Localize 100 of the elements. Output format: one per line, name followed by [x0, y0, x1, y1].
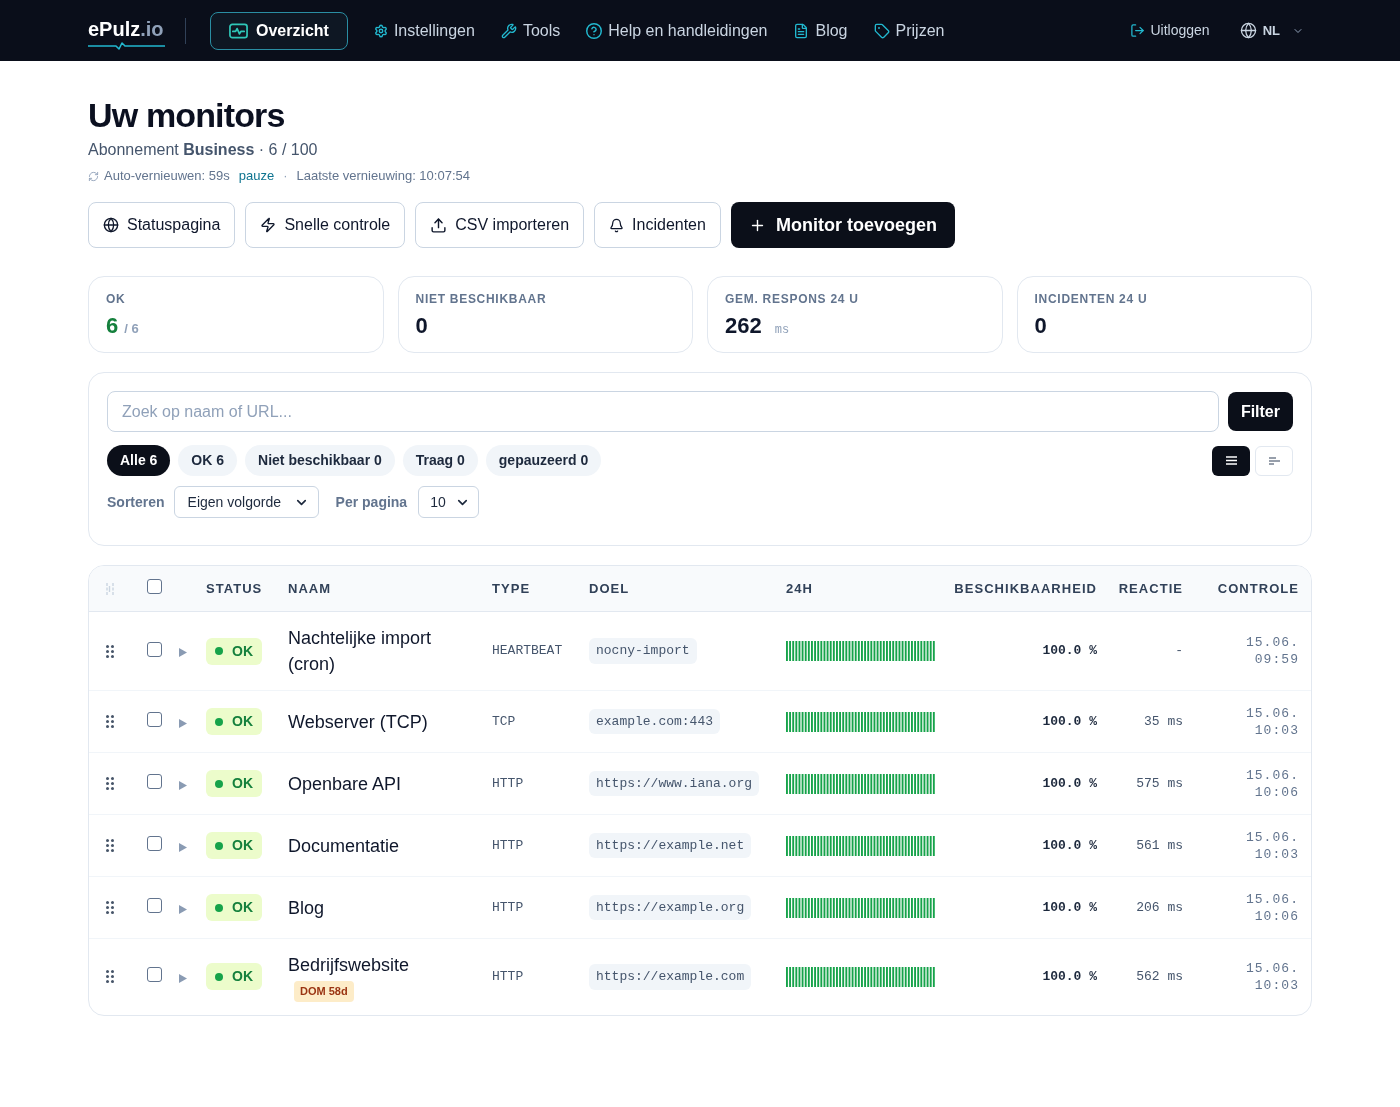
availability-value: 100.0 %: [1042, 968, 1097, 986]
drag-handle-icon[interactable]: [106, 715, 114, 728]
row-checkbox[interactable]: [146, 712, 162, 727]
target-chip: example.com:443: [589, 708, 721, 735]
list-view-button[interactable]: [1212, 445, 1250, 476]
filter-chip[interactable]: Traag 0: [402, 445, 478, 476]
availability-value: 100.0 %: [1042, 642, 1097, 661]
last-refresh-text: Laatste vernieuwing: 10:07:54: [296, 167, 470, 185]
status-text: OK: [232, 967, 253, 987]
monitor-type: HTTP: [492, 898, 524, 917]
column-header: DOEL: [589, 579, 630, 598]
row-checkbox[interactable]: [146, 836, 162, 851]
row-checkbox[interactable]: [146, 774, 162, 789]
separator: ·: [283, 167, 288, 185]
sort-select[interactable]: Eigen volgorde: [173, 486, 319, 518]
drag-handle-icon[interactable]: [106, 901, 114, 914]
target-chip: https://www.iana.org: [589, 770, 760, 797]
expand-caret-icon[interactable]: [179, 904, 187, 914]
expand-caret-icon[interactable]: [179, 648, 187, 657]
last-check-time: 15.06. 10:03: [1244, 704, 1299, 739]
nav-link[interactable]: Overzicht: [210, 11, 348, 50]
expand-caret-icon[interactable]: [179, 842, 187, 852]
row-checkbox[interactable]: [146, 967, 162, 983]
drag-handle-icon[interactable]: [106, 839, 114, 852]
status-text: OK: [232, 774, 253, 793]
filter-button[interactable]: Filter: [1227, 392, 1293, 431]
nav-link[interactable]: Prijzen: [873, 18, 945, 43]
column-header: TYPE: [492, 579, 531, 598]
document-icon: [793, 22, 810, 39]
column-header: NAAM: [288, 579, 332, 598]
monitor-type: HEARTBEAT: [492, 642, 563, 661]
response-time: -: [1175, 642, 1183, 661]
search-field[interactable]: Zoek op naam of URL...: [107, 391, 1219, 432]
drag-handle-icon[interactable]: [106, 970, 114, 984]
bell-icon: [609, 217, 625, 233]
row-checkbox[interactable]: [146, 898, 162, 913]
availability-value: 100.0 %: [1042, 836, 1097, 855]
column-header: STATUS: [206, 579, 263, 598]
nav-link[interactable]: Tools: [500, 18, 561, 43]
column-header: 24H: [786, 579, 813, 598]
nav-link[interactable]: Blog: [793, 18, 848, 43]
stat-value: 262: [725, 312, 762, 340]
drag-handle-icon[interactable]: [106, 644, 114, 658]
stat-label: NIET BESCHIKBAAR: [415, 291, 547, 307]
availability-value: 100.0 %: [1042, 712, 1097, 731]
pulse-line-icon: [88, 42, 165, 50]
target-chip: https://example.org: [589, 894, 752, 921]
status-text: OK: [232, 712, 253, 731]
expand-caret-icon[interactable]: [179, 780, 187, 790]
globe-icon: [103, 217, 119, 233]
logo-text[interactable]: ePulz.io: [88, 17, 164, 41]
row-checkbox[interactable]: [146, 641, 162, 657]
incidents-button[interactable]: Incidenten: [594, 202, 721, 248]
stat-label: GEM. RESPONS 24 U: [725, 291, 859, 307]
response-time: 575 ms: [1136, 774, 1183, 793]
help-icon: [586, 22, 603, 39]
nav-link[interactable]: Instellingen: [373, 18, 475, 43]
logout-link[interactable]: Uitloggen: [1129, 20, 1210, 41]
csv-import-button[interactable]: CSV importeren: [415, 202, 585, 248]
response-time: 561 ms: [1136, 836, 1183, 855]
status-text: OK: [232, 898, 253, 917]
last-check-time: 15.06. 10:03: [1244, 828, 1299, 863]
response-time: 562 ms: [1136, 968, 1183, 986]
gear-icon: [373, 23, 388, 38]
per-page-select[interactable]: 10: [418, 486, 480, 518]
monitor-name: Openbare API: [288, 772, 402, 796]
quick-check-button[interactable]: Snelle controle: [245, 202, 406, 248]
availability-value: 100.0 %: [1042, 898, 1097, 917]
stat-label: OK: [106, 291, 126, 307]
response-time: 35 ms: [1144, 712, 1183, 731]
filter-chip[interactable]: Alle 6: [107, 445, 171, 476]
filter-chip[interactable]: gepauzeerd 0: [485, 445, 602, 476]
stat-value: 6: [106, 312, 119, 340]
drag-handle-icon[interactable]: [106, 777, 114, 790]
filter-chip[interactable]: OK 6: [178, 445, 238, 476]
auto-refresh-text: Auto-vernieuwen: 59s: [104, 167, 230, 185]
language-switcher[interactable]: NL: [1239, 20, 1304, 41]
upload-icon: [430, 216, 448, 234]
expand-caret-icon[interactable]: [179, 973, 187, 983]
status-page-button[interactable]: Statuspagina: [88, 202, 236, 248]
monitor-type: HTTP: [492, 774, 524, 793]
target-chip: https://example.com: [589, 964, 752, 990]
column-header: REACTIE: [1118, 579, 1183, 598]
availability-value: 100.0 %: [1042, 774, 1097, 793]
monitor-name: Bedrijfswebsite: [288, 954, 410, 977]
add-monitor-button[interactable]: Monitor toevoegen: [730, 202, 955, 248]
filter-chip[interactable]: Niet beschikbaar 0: [245, 445, 395, 476]
monitor-type: TCP: [492, 712, 516, 731]
response-time: 206 ms: [1136, 898, 1183, 917]
nav-link[interactable]: Help en handleidingen: [586, 18, 768, 43]
select-all-checkbox[interactable]: [146, 579, 162, 594]
tag-icon: [873, 22, 890, 39]
target-chip: https://example.net: [589, 832, 752, 859]
status-text: OK: [232, 641, 253, 661]
text-lines-icon: [1268, 456, 1280, 465]
monitor-name: Documentatie: [288, 834, 400, 858]
pause-link[interactable]: pauze: [238, 166, 275, 186]
compact-view-button[interactable]: [1255, 445, 1293, 476]
page-title: Uw monitors: [88, 95, 285, 135]
expand-caret-icon[interactable]: [179, 718, 187, 728]
